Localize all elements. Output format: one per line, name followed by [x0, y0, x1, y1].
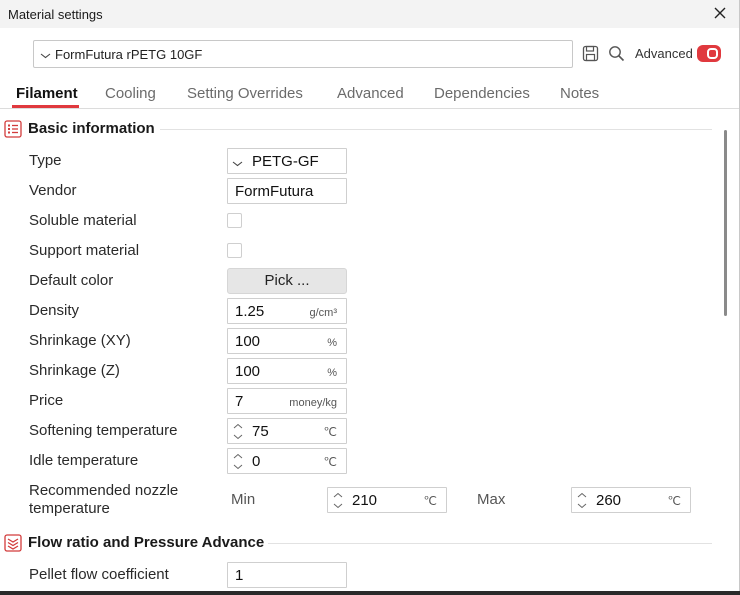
type-value: PETG-GF: [252, 153, 319, 170]
spin-arrows-icon[interactable]: [332, 491, 344, 515]
support-label: Support material: [29, 242, 140, 259]
section-title: Flow ratio and Pressure Advance: [28, 534, 265, 551]
price-unit: money/kg: [289, 397, 337, 409]
shrinkage-xy-label: Shrinkage (XY): [29, 332, 131, 349]
spin-arrows-icon[interactable]: [232, 452, 244, 476]
section-divider: [268, 543, 712, 544]
density-label: Density: [29, 302, 80, 319]
vendor-value: FormFutura: [235, 183, 314, 200]
idle-temperature-spinner[interactable]: 0 ℃: [227, 448, 347, 474]
shrinkage-z-input[interactable]: 100 %: [227, 358, 347, 384]
window-bottom-edge: [0, 591, 740, 595]
tab-notes[interactable]: Notes: [560, 85, 599, 102]
nozzle-max-spinner[interactable]: 260 ℃: [571, 487, 691, 513]
pick-color-button[interactable]: Pick ...: [227, 268, 347, 294]
vertical-scrollbar[interactable]: [724, 130, 727, 316]
soluble-label: Soluble material: [29, 212, 137, 229]
active-tab-indicator: [12, 105, 79, 108]
tab-bar: Filament Cooling Setting Overrides Advan…: [0, 82, 739, 109]
type-dropdown[interactable]: PETG-GF: [227, 148, 347, 174]
section-title: Basic information: [28, 120, 155, 137]
support-checkbox[interactable]: [227, 243, 242, 258]
tab-advanced[interactable]: Advanced: [337, 85, 404, 102]
pellet-flow-input[interactable]: 1: [227, 562, 347, 588]
nozzle-max-label: Max: [477, 491, 506, 508]
nozzle-min-label: Min: [231, 491, 256, 508]
nozzle-temperature-label-line2: temperature: [29, 500, 110, 517]
vendor-label: Vendor: [29, 182, 77, 199]
search-icon[interactable]: [608, 45, 625, 67]
tab-filament[interactable]: Filament: [16, 85, 78, 102]
idle-temperature-unit: ℃: [323, 455, 337, 469]
spin-arrows-icon[interactable]: [232, 422, 244, 446]
idle-temperature-value: 0: [252, 453, 261, 470]
shrinkage-xy-input[interactable]: 100 %: [227, 328, 347, 354]
tab-setting-overrides[interactable]: Setting Overrides: [187, 85, 303, 102]
soluble-checkbox[interactable]: [227, 213, 242, 228]
shrinkage-z-label: Shrinkage (Z): [29, 362, 120, 379]
flow-icon: [4, 534, 22, 557]
nozzle-min-value: 210: [352, 492, 378, 509]
price-label: Price: [29, 392, 64, 409]
type-label: Type: [29, 152, 62, 169]
density-value: 1.25: [235, 303, 265, 320]
toggle-knob: [707, 48, 718, 59]
spin-arrows-icon[interactable]: [576, 491, 588, 515]
nozzle-max-value: 260: [596, 492, 622, 509]
shrinkage-xy-unit: %: [327, 337, 337, 349]
softening-temperature-spinner[interactable]: 75 ℃: [227, 418, 347, 444]
section-divider: [160, 129, 712, 130]
softening-temperature-value: 75: [252, 423, 269, 440]
nozzle-max-unit: ℃: [667, 494, 681, 508]
pellet-flow-value: 1: [235, 567, 244, 584]
idle-temperature-label: Idle temperature: [29, 452, 139, 469]
density-input[interactable]: 1.25 g/cm³: [227, 298, 347, 324]
price-input[interactable]: 7 money/kg: [227, 388, 347, 414]
shrinkage-z-unit: %: [327, 367, 337, 379]
advanced-toggle[interactable]: [697, 45, 721, 62]
save-icon[interactable]: [582, 45, 599, 67]
pellet-flow-label: Pellet flow coefficient: [29, 566, 169, 583]
title-bar: Material settings: [0, 0, 739, 28]
softening-temperature-unit: ℃: [323, 425, 337, 439]
nozzle-temperature-label-line1: Recommended nozzle: [29, 482, 179, 499]
advanced-label: Advanced: [635, 46, 693, 61]
softening-temperature-label: Softening temperature: [29, 422, 178, 439]
close-icon[interactable]: [710, 3, 730, 23]
chevron-down-icon: [232, 156, 243, 174]
price-value: 7: [235, 393, 244, 410]
window-title: Material settings: [8, 7, 103, 22]
nozzle-min-unit: ℃: [423, 494, 437, 508]
tab-dependencies[interactable]: Dependencies: [434, 85, 530, 102]
density-unit: g/cm³: [309, 307, 338, 319]
shrinkage-xy-value: 100: [235, 333, 261, 350]
list-icon: [4, 120, 22, 143]
material-settings-window: Material settings FormFutura rPETG 10GF …: [0, 0, 740, 591]
nozzle-min-spinner[interactable]: 210 ℃: [327, 487, 447, 513]
preset-dropdown[interactable]: FormFutura rPETG 10GF: [33, 40, 573, 68]
chevron-down-icon: [40, 48, 51, 66]
tab-cooling[interactable]: Cooling: [105, 85, 156, 102]
preset-name: FormFutura rPETG 10GF: [55, 47, 203, 62]
default-color-label: Default color: [29, 272, 114, 289]
vendor-input[interactable]: FormFutura: [227, 178, 347, 204]
shrinkage-z-value: 100: [235, 363, 261, 380]
